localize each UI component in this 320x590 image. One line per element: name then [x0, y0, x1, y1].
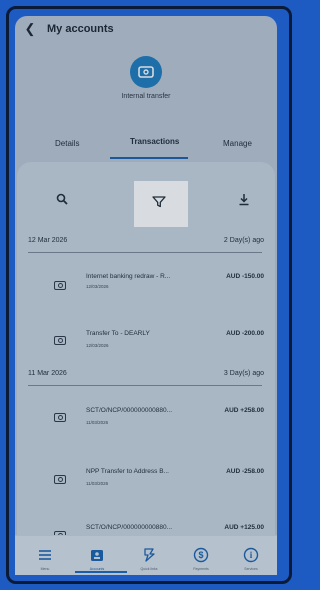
transaction-date: 11/03/2026: [86, 481, 109, 486]
divider: [28, 385, 262, 386]
nav-label: Payments: [193, 567, 209, 571]
payments-icon: $: [192, 546, 210, 564]
group-ago: 3 Day(s) ago: [223, 370, 264, 377]
tab-manage[interactable]: Manage: [223, 139, 252, 148]
transaction-description: SCT/O/NCP/000000000880...: [86, 407, 172, 414]
transaction-amount: AUD -258.00: [226, 468, 264, 475]
transaction-amount: AUD -200.00: [226, 330, 264, 337]
group-ago: 2 Day(s) ago: [223, 237, 264, 244]
divider: [28, 252, 262, 253]
svg-text:$: $: [198, 550, 203, 560]
download-icon[interactable]: [235, 190, 253, 208]
app-screen: ❮ My accounts Internal transfer Details …: [15, 16, 277, 572]
quick-links-icon: [140, 546, 158, 564]
nav-label: Menu: [40, 567, 50, 571]
filter-icon: [152, 195, 166, 213]
bottom-nav: Menu Accounts Quick links $ Payments i S…: [15, 535, 277, 575]
transaction-card-icon: [54, 475, 66, 484]
transaction-amount: AUD +258.00: [224, 407, 264, 414]
transaction-description: Internet banking redraw - R...: [86, 273, 171, 280]
transaction-card-icon: [54, 281, 66, 290]
transaction-card-icon: [54, 336, 66, 345]
group-date: 12 Mar 2026: [28, 237, 68, 244]
date-group-header: 11 Mar 2026 3 Day(s) ago: [28, 370, 264, 377]
tab-details[interactable]: Details: [55, 139, 79, 148]
transaction-date: 11/03/2026: [86, 420, 109, 425]
transaction-description: Transfer To - DEARLY: [86, 330, 150, 337]
transaction-date: 12/03/2026: [86, 284, 109, 289]
page-title: My accounts: [47, 23, 114, 35]
active-tab-indicator: [110, 157, 188, 159]
account-name: Internal transfer: [121, 93, 171, 100]
group-date: 11 Mar 2026: [28, 370, 67, 377]
nav-label: Services: [244, 567, 258, 571]
search-icon[interactable]: [53, 190, 71, 208]
transaction-date: 12/03/2026: [86, 343, 109, 348]
transaction-description: SCT/O/NCP/000000000880...: [86, 524, 172, 531]
services-icon: i: [242, 546, 260, 564]
active-nav-indicator: [75, 571, 127, 573]
tab-transactions[interactable]: Transactions: [130, 137, 179, 146]
account-wallet-icon: [130, 56, 162, 88]
transaction-amount: AUD -150.00: [226, 273, 264, 280]
transaction-amount: AUD +125.00: [224, 524, 264, 531]
back-arrow-icon[interactable]: ❮: [23, 21, 37, 36]
menu-icon: [36, 546, 54, 564]
transaction-description: NPP Transfer to Address B...: [86, 468, 169, 475]
nav-label: Quick links: [140, 567, 158, 571]
top-bar: ❮ My accounts: [15, 16, 277, 42]
date-group-header: 12 Mar 2026 2 Day(s) ago: [28, 237, 264, 244]
filter-button[interactable]: [134, 181, 188, 227]
svg-text:i: i: [250, 550, 253, 560]
accounts-icon: [88, 546, 106, 564]
transaction-card-icon: [54, 413, 66, 422]
